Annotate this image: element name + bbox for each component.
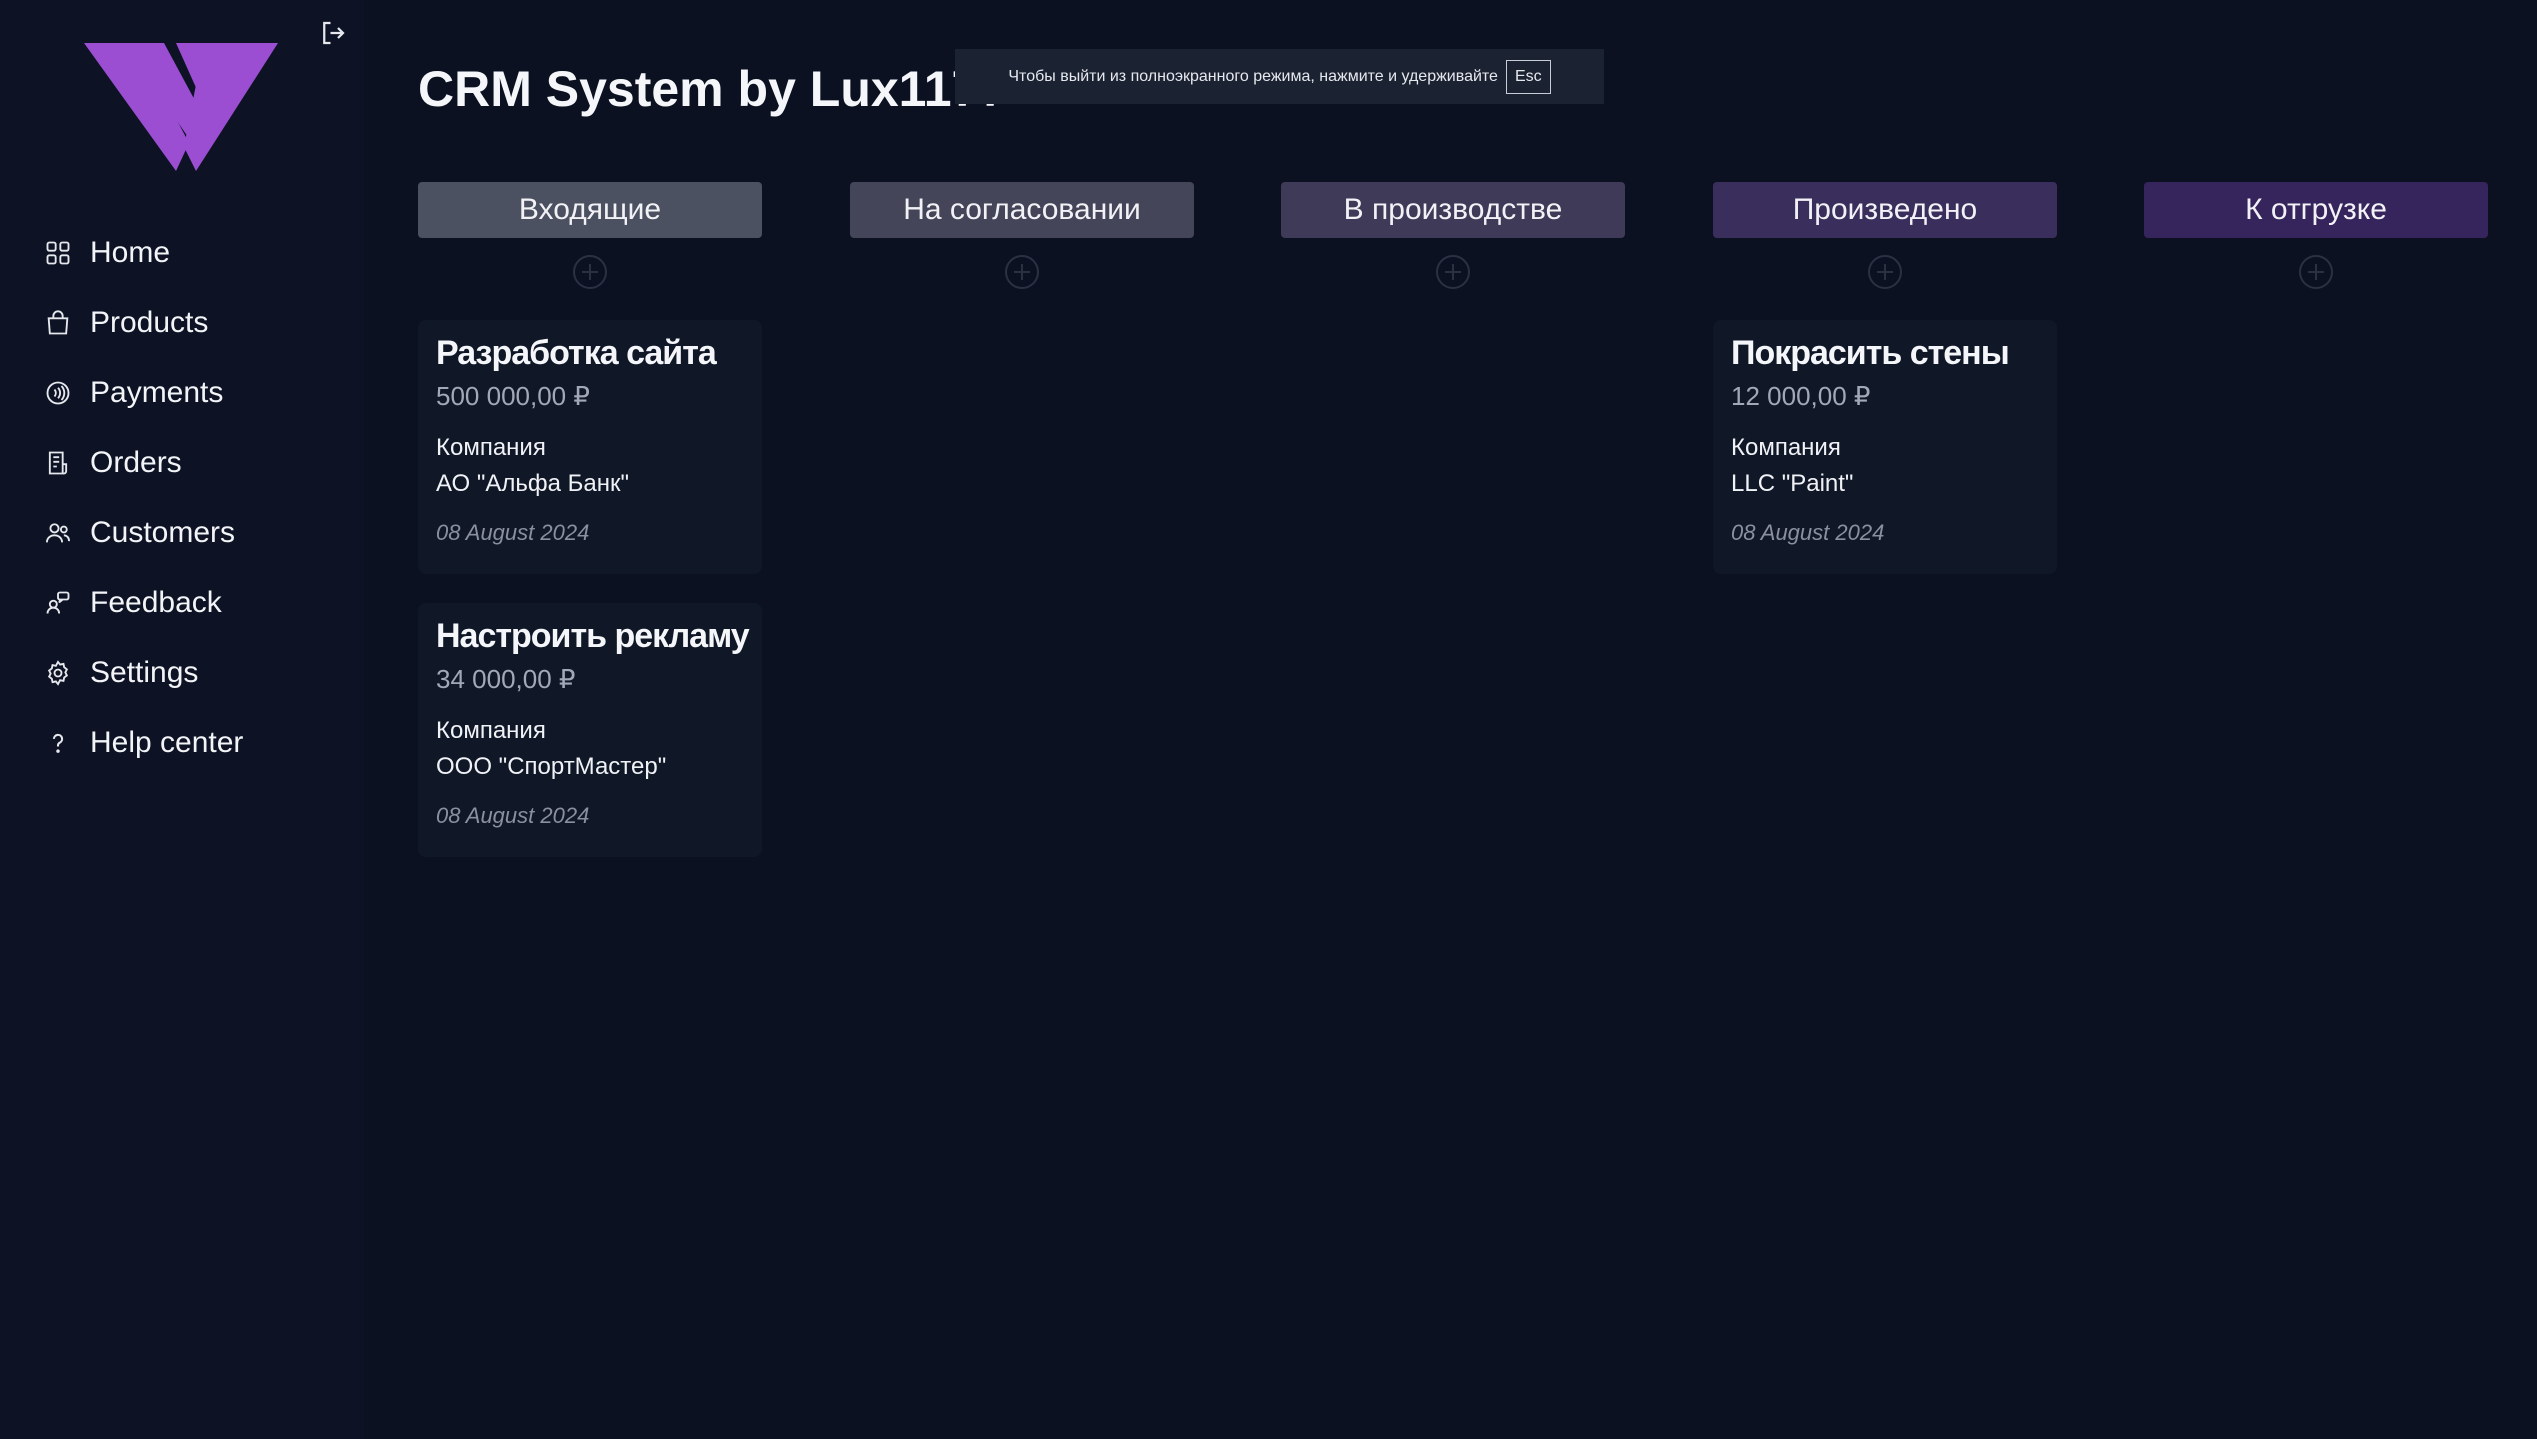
card-price: 500 000,00 ₽	[436, 381, 590, 411]
sidebar-item-help-center[interactable]: Help center	[40, 708, 340, 778]
card-title: Настроить рекламу	[436, 617, 750, 655]
sidebar-item-label: Payments	[90, 376, 224, 409]
users-icon	[40, 515, 76, 551]
contactless-icon	[40, 375, 76, 411]
sidebar-item-label: Orders	[90, 446, 182, 479]
column-header[interactable]: Входящие	[418, 182, 762, 238]
card-company-label: Компания	[1731, 434, 1841, 461]
add-card-icon[interactable]	[572, 254, 608, 290]
sidebar-item-label: Products	[90, 306, 209, 339]
sidebar-item-feedback[interactable]: Feedback	[40, 568, 340, 638]
column-approval: На согласовании	[850, 182, 1194, 290]
add-card-icon[interactable]	[1004, 254, 1040, 290]
sidebar-item-label: Customers	[90, 516, 236, 549]
card-price: 34 000,00 ₽	[436, 664, 576, 694]
deal-card[interactable]: Разработка сайта 500 000,00 ₽ Компания А…	[418, 320, 762, 574]
deal-card[interactable]: Настроить рекламу 34 000,00 ₽ Компания О…	[418, 603, 762, 857]
esc-key-hint: Esc	[1505, 59, 1551, 94]
sidebar-item-label: Settings	[90, 656, 199, 689]
column-header[interactable]: На согласовании	[850, 182, 1194, 238]
add-card-icon[interactable]	[1435, 254, 1471, 290]
card-title: Покрасить стены	[1731, 334, 2010, 372]
card-price: 12 000,00 ₽	[1731, 381, 1871, 411]
card-company: АО "Альфа Банк"	[436, 470, 629, 497]
add-card-icon[interactable]	[2298, 254, 2334, 290]
column-header[interactable]: К отгрузке	[2144, 182, 2488, 238]
bag-icon	[40, 305, 76, 341]
grid-icon	[40, 235, 76, 271]
card-company-label: Компания	[436, 434, 546, 461]
sidebar-item-label: Feedback	[90, 586, 222, 619]
sidebar: Home Products Payments Orders Customers	[0, 0, 364, 1439]
sidebar-item-customers[interactable]: Customers	[40, 498, 340, 568]
card-date: 08 August 2024	[436, 803, 590, 828]
feedback-icon	[40, 585, 76, 621]
card-company: ООО "СпортМастер"	[436, 753, 667, 780]
sidebar-item-orders[interactable]: Orders	[40, 428, 340, 498]
sidebar-item-settings[interactable]: Settings	[40, 638, 340, 708]
toast-text: Чтобы выйти из полноэкранного режима, на…	[1008, 67, 1498, 85]
logo	[84, 43, 278, 171]
card-date: 08 August 2024	[436, 520, 590, 545]
sidebar-item-label: Home	[90, 236, 171, 269]
sidebar-item-label: Help center	[90, 726, 244, 759]
column-produced: Произведено	[1713, 182, 2057, 290]
deal-card[interactable]: Покрасить стены 12 000,00 ₽ Компания LLC…	[1713, 320, 2057, 574]
sidebar-nav: Home Products Payments Orders Customers	[40, 218, 340, 778]
gear-icon	[40, 655, 76, 691]
page-title: CRM System by Lux1177	[418, 61, 1008, 117]
column-header[interactable]: Произведено	[1713, 182, 2057, 238]
add-card-icon[interactable]	[1867, 254, 1903, 290]
question-icon	[40, 725, 76, 761]
card-title: Разработка сайта	[436, 334, 717, 372]
column-shipping: К отгрузке	[2144, 182, 2488, 290]
logout-icon[interactable]	[318, 18, 348, 48]
sidebar-item-payments[interactable]: Payments	[40, 358, 340, 428]
column-incoming: Входящие	[418, 182, 762, 290]
card-date: 08 August 2024	[1731, 520, 1885, 545]
column-production: В производстве	[1281, 182, 1625, 290]
card-company-label: Компания	[436, 717, 546, 744]
sidebar-item-products[interactable]: Products	[40, 288, 340, 358]
card-company: LLC "Paint"	[1731, 470, 1854, 497]
column-header[interactable]: В производстве	[1281, 182, 1625, 238]
sidebar-item-home[interactable]: Home	[40, 218, 340, 288]
fullscreen-toast: Чтобы выйти из полноэкранного режима, на…	[955, 49, 1604, 104]
receipt-icon	[40, 445, 76, 481]
